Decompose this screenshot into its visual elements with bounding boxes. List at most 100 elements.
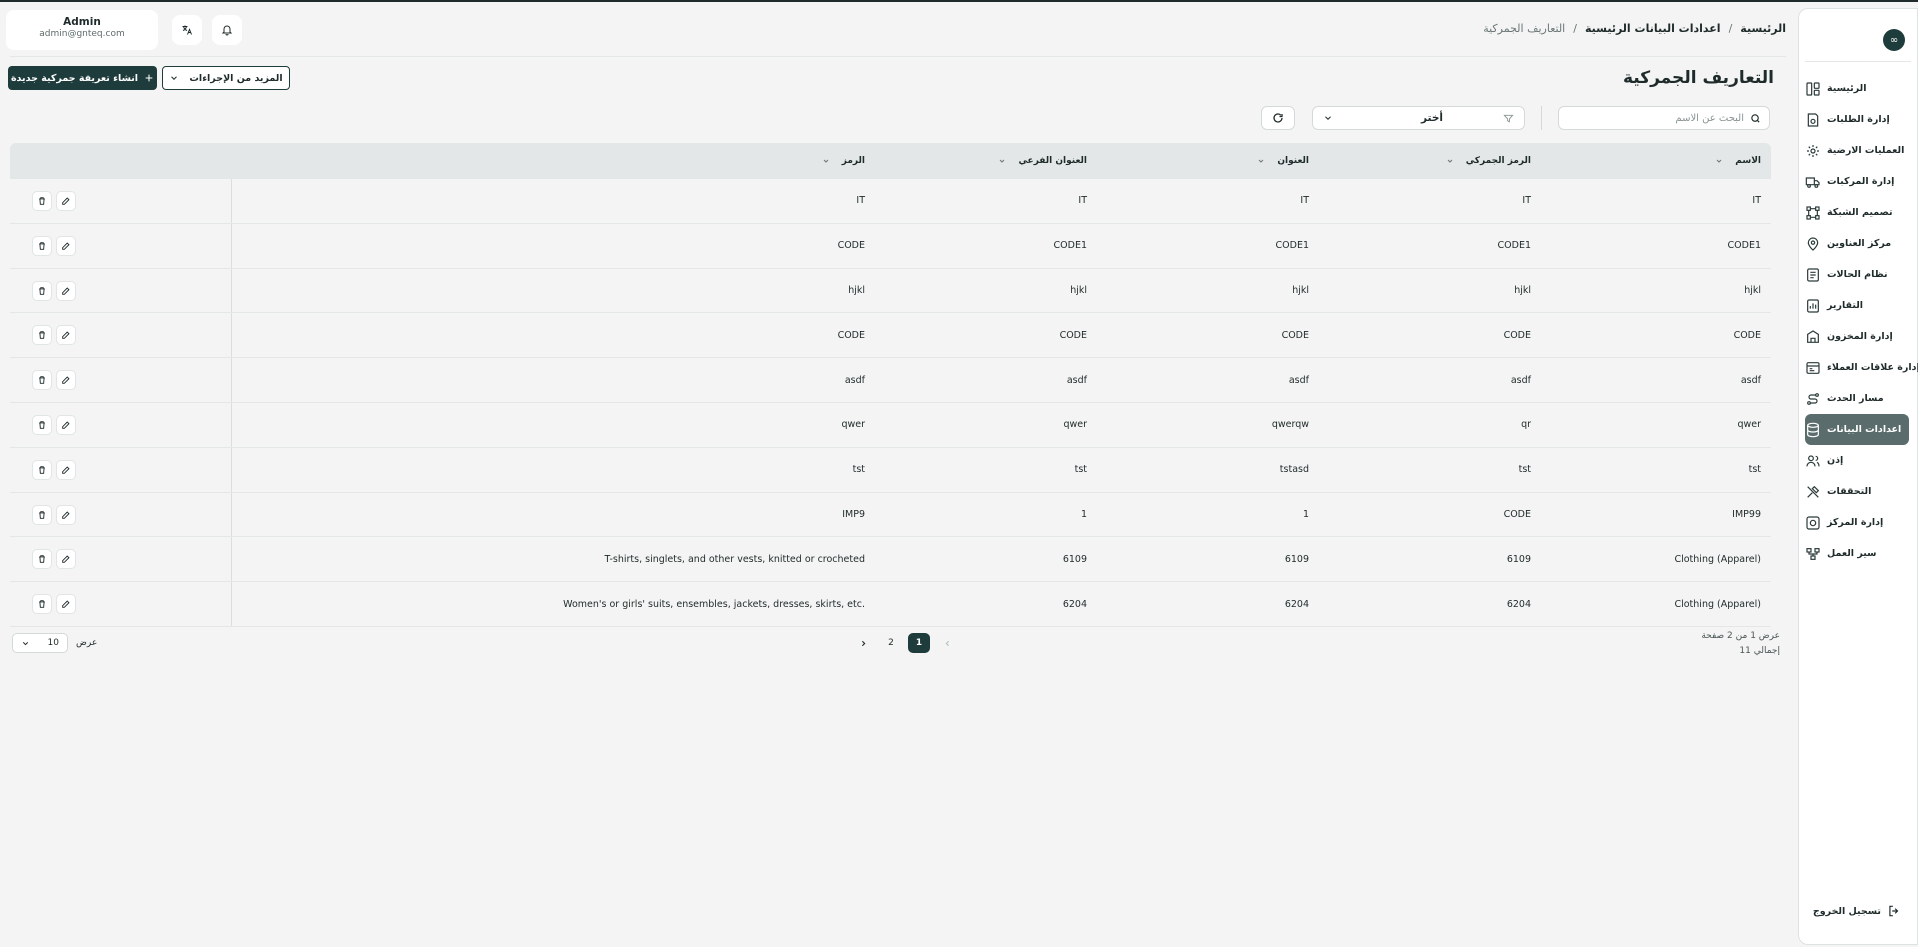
per-page-select[interactable]: 10	[12, 633, 68, 653]
search-input[interactable]	[1574, 112, 1744, 124]
edit-button[interactable]	[56, 235, 76, 256]
table-row: Clothing (Apparel) 6204 6204 6204 Women's or…	[10, 582, 1771, 627]
sidebar-item-4[interactable]: تصميم الشبكة	[1805, 197, 1909, 228]
next-page-button[interactable]	[852, 633, 874, 653]
edit-button[interactable]	[56, 370, 76, 391]
sidebar-item-10[interactable]: مسار الحدث	[1805, 383, 1909, 414]
delete-button[interactable]	[32, 280, 52, 301]
edit-button[interactable]	[56, 549, 76, 570]
sort-chevron-icon	[998, 157, 1006, 165]
edit-button[interactable]	[56, 459, 76, 480]
table-cell: qwer	[1063, 419, 1087, 431]
delete-button[interactable]	[32, 235, 52, 256]
trash-icon	[37, 286, 47, 296]
table-cell: CODE1	[1497, 240, 1531, 252]
page-button-2[interactable]: 2	[880, 633, 902, 653]
delete-button[interactable]	[32, 325, 52, 346]
sidebar-item-8[interactable]: إدارة المخزون	[1805, 321, 1909, 352]
table-cell: 6204	[1284, 598, 1309, 610]
edit-button[interactable]	[56, 325, 76, 346]
sidebar-item-label: العمليات الارضية	[1827, 145, 1905, 156]
sidebar-item-1[interactable]: إدارة الطلبات	[1805, 104, 1909, 135]
delete-button[interactable]	[32, 370, 52, 391]
table-cell: hjkl	[1744, 284, 1761, 296]
sidebar-item-12[interactable]: إذن	[1805, 445, 1909, 476]
user-menu[interactable]: Admin admin@gnteq.com	[6, 10, 158, 50]
sidebar-item-11[interactable]: اعدادات البيانات	[1805, 414, 1909, 445]
column-header-1[interactable]: الرمز الجمركي	[1446, 143, 1531, 179]
sidebar-item-0[interactable]: الرئيسية	[1805, 73, 1909, 104]
chevron-right-icon	[859, 639, 868, 648]
pencil-icon	[61, 375, 71, 385]
sidebar-item-2[interactable]: العمليات الارضية	[1805, 135, 1909, 166]
table-cell: 6109	[1506, 553, 1531, 565]
table-cell: qr	[1521, 419, 1531, 431]
table-row: CODE CODE CODE CODE CODE	[10, 313, 1771, 359]
sidebar: ∞ الرئيسية إدارة الطلبات العمليات الارضية إ…	[1798, 8, 1918, 945]
column-header-0[interactable]: الاسم	[1715, 143, 1761, 179]
delete-button[interactable]	[32, 549, 52, 570]
chevron-down-icon	[169, 73, 179, 83]
logout-button[interactable]: تسجيل الخروج	[1813, 904, 1901, 918]
table-cell: CODE	[837, 240, 865, 252]
column-header-3[interactable]: العنوان الفرعي	[998, 143, 1087, 179]
pencil-icon	[61, 510, 71, 520]
inventory-icon	[1805, 329, 1821, 345]
delete-button[interactable]	[32, 504, 52, 525]
sidebar-item-7[interactable]: التقارير	[1805, 290, 1909, 321]
sidebar-item-14[interactable]: إدارة المركز	[1805, 507, 1909, 538]
table-cell: IT	[1078, 195, 1087, 207]
filter-select[interactable]: أختر	[1312, 106, 1525, 130]
search-box	[1558, 106, 1770, 130]
column-header-2[interactable]: العنوان	[1257, 143, 1309, 179]
table-row: Clothing (Apparel) 6109 6109 6109 T-shirts, …	[10, 537, 1771, 583]
delete-button[interactable]	[32, 594, 52, 615]
sidebar-item-label: التقارير	[1827, 300, 1864, 311]
prev-page-button[interactable]	[936, 633, 958, 653]
customs-table: الاسم الرمز الجمركي العنوان العنوان الفرعي ا…	[10, 143, 1771, 627]
table-cell: hjkl	[1292, 284, 1309, 296]
create-tariff-label: انشاء تعريفة جمركية جديدة	[10, 72, 139, 84]
edit-button[interactable]	[56, 594, 76, 615]
page-button-1[interactable]: 1	[908, 633, 930, 653]
sidebar-item-label: إدارة علاقات العملاء	[1827, 362, 1918, 373]
logo-glyph: ∞	[1889, 34, 1899, 46]
translate-icon	[181, 24, 193, 36]
edit-button[interactable]	[56, 414, 76, 435]
row-divider	[231, 313, 232, 358]
column-header-4[interactable]: الرمز	[822, 143, 865, 179]
table-cell: IT	[1300, 195, 1309, 207]
table-cell: CODE	[837, 329, 865, 341]
sidebar-item-15[interactable]: سير العمل	[1805, 538, 1909, 569]
notifications-button[interactable]	[212, 15, 242, 45]
edit-button[interactable]	[56, 504, 76, 525]
table-row: hjkl hjkl hjkl hjkl hjkl	[10, 268, 1771, 314]
pencil-icon	[61, 330, 71, 340]
sidebar-item-9[interactable]: إدارة علاقات العملاء	[1805, 352, 1918, 383]
breadcrumb-item-0[interactable]: الرئيسية	[1740, 22, 1786, 35]
trash-icon	[37, 241, 47, 251]
table-cell: CODE	[1281, 329, 1309, 341]
create-tariff-button[interactable]: انشاء تعريفة جمركية جديدة	[8, 66, 157, 90]
more-actions-button[interactable]: المزيد من الإجراءات	[162, 66, 290, 90]
table-cell: tst	[1518, 464, 1531, 476]
language-button[interactable]	[172, 15, 202, 45]
sidebar-item-5[interactable]: مركز العناوين	[1805, 228, 1909, 259]
sidebar-item-13[interactable]: التحققات	[1805, 476, 1909, 507]
logo[interactable]: ∞	[1883, 29, 1905, 51]
filter-icon	[1503, 113, 1514, 124]
delete-button[interactable]	[32, 459, 52, 480]
sidebar-item-3[interactable]: إدارة المركبات	[1805, 166, 1909, 197]
more-actions-label: المزيد من الإجراءات	[189, 72, 283, 84]
total-count-text: إجمالي 11	[1739, 646, 1780, 656]
breadcrumb-item-1[interactable]: اعدادات البيانات الرئيسية	[1585, 22, 1721, 35]
plus-icon	[144, 73, 154, 83]
status-icon	[1805, 267, 1821, 283]
sidebar-item-6[interactable]: نظام الحالات	[1805, 259, 1909, 290]
delete-button[interactable]	[32, 414, 52, 435]
delete-button[interactable]	[32, 191, 52, 211]
edit-button[interactable]	[56, 191, 76, 211]
edit-button[interactable]	[56, 280, 76, 301]
refresh-button[interactable]	[1261, 106, 1295, 130]
workflow-icon	[1805, 546, 1821, 562]
